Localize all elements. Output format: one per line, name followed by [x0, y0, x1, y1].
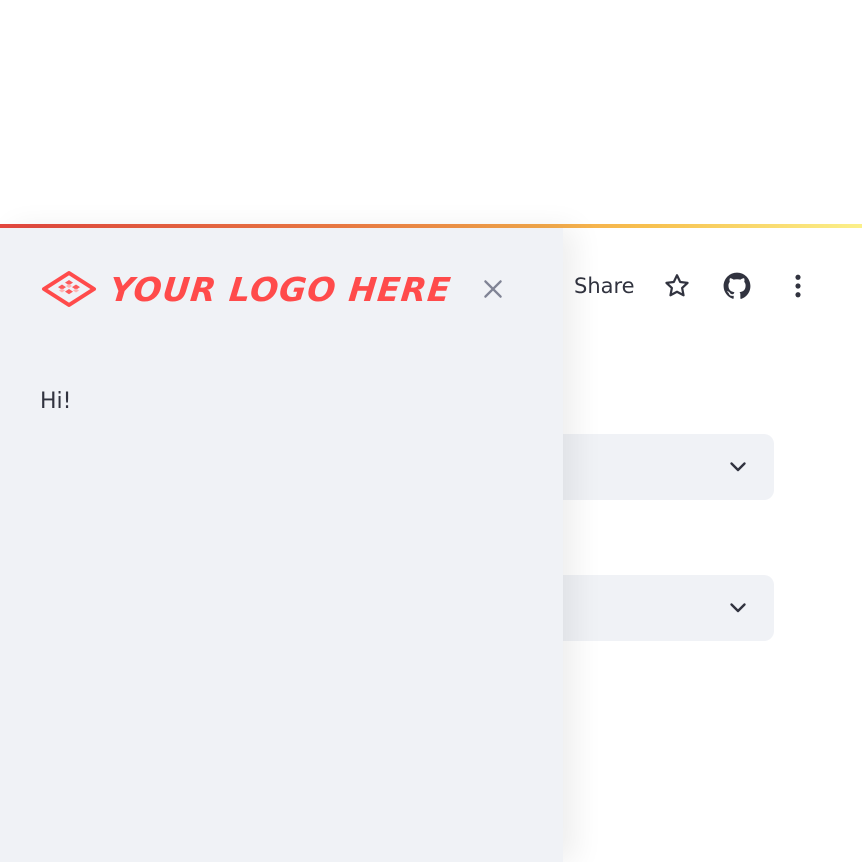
logo-text: YOUR LOGO HERE	[107, 269, 454, 309]
chevron-down-icon	[730, 603, 746, 613]
sidebar	[0, 228, 563, 862]
sidebar-logo[interactable]: YOUR LOGO HERE	[40, 266, 454, 312]
star-icon	[665, 274, 689, 297]
share-button[interactable]: Share	[574, 270, 635, 302]
sidebar-text: Hi!	[40, 389, 72, 414]
expander[interactable]	[540, 575, 774, 641]
github-button[interactable]	[721, 270, 753, 302]
chevron-down-icon	[730, 462, 746, 472]
main-menu-button[interactable]	[782, 270, 814, 302]
github-icon	[723, 272, 751, 299]
app-page: Share YOUR LOGO HERE Hi!	[0, 0, 862, 862]
expander[interactable]	[540, 434, 774, 500]
close-sidebar-button[interactable]	[477, 273, 509, 305]
star-button[interactable]	[661, 270, 693, 302]
more-vertical-icon	[795, 274, 801, 298]
close-icon	[484, 280, 502, 298]
logo-icon	[42, 271, 96, 307]
